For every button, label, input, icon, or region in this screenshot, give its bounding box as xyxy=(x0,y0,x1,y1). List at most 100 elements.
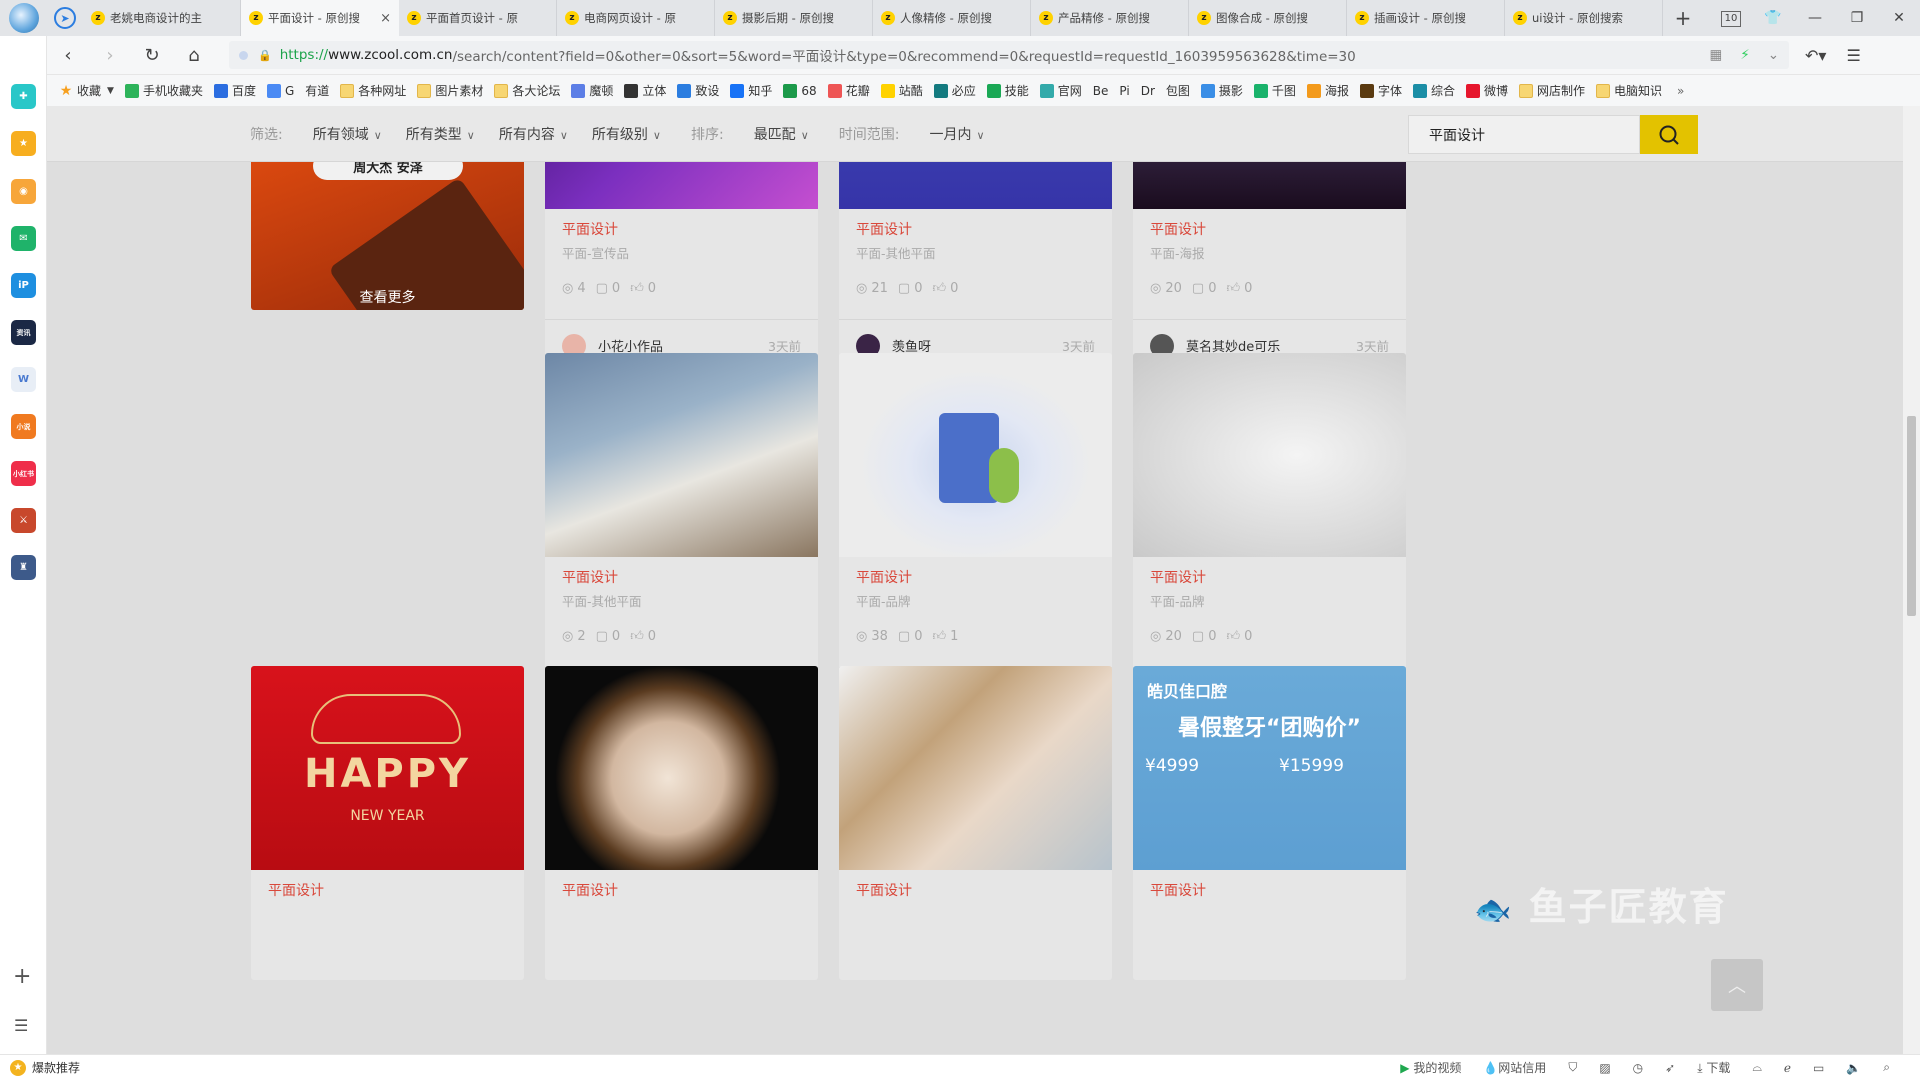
tab[interactable]: z 平面设计 - 原创搜 × xyxy=(241,0,399,36)
close-window-button[interactable]: ✕ xyxy=(1878,10,1920,26)
promo-more-link[interactable]: 查看更多 xyxy=(251,287,524,307)
card-category[interactable]: 平面设计 xyxy=(856,567,1095,587)
work-thumbnail[interactable] xyxy=(839,666,1112,870)
bookmark-item[interactable]: 微博 xyxy=(1465,82,1508,99)
new-tab-button[interactable]: + xyxy=(1663,0,1703,36)
work-card[interactable]: 平面设计平面-品牌◎20▢0👍︎0xiaoshuang15217天前 xyxy=(1133,353,1406,719)
site-info-icon[interactable] xyxy=(239,50,248,60)
restore-button[interactable]: ❐ xyxy=(1836,10,1878,26)
bookmark-item[interactable]: 立体 xyxy=(624,82,666,99)
card-category[interactable]: 平面设计 xyxy=(1150,219,1389,239)
sidebar-novel-icon[interactable]: 小说 xyxy=(11,414,36,439)
sidebar-document-icon[interactable]: W xyxy=(11,367,36,392)
user-avatar-button[interactable] xyxy=(0,0,47,36)
bookmark-item[interactable]: 68 xyxy=(783,83,817,98)
sidebar-mail-icon[interactable]: ✉ xyxy=(11,226,36,251)
sidebar-game-icon[interactable]: ⚔ xyxy=(11,508,36,533)
bookmark-item[interactable]: Dr xyxy=(1141,84,1155,98)
bookmark-item[interactable]: 图片素材 xyxy=(417,82,483,99)
bookmark-item[interactable]: 千图 xyxy=(1253,82,1296,99)
skin-icon[interactable]: 👕 xyxy=(1752,10,1794,26)
ie-icon[interactable]: ℯ xyxy=(1784,1061,1791,1075)
bookmark-item[interactable]: Be xyxy=(1093,84,1109,98)
time-range-dropdown[interactable]: 一月内 ∨ xyxy=(929,124,984,144)
sidebar-news-icon[interactable]: 资讯 xyxy=(11,320,36,345)
work-thumbnail[interactable] xyxy=(1133,353,1406,557)
site-credit-button[interactable]: 💧网站信用 xyxy=(1483,1059,1546,1076)
sidebar-add-button[interactable]: + xyxy=(13,964,31,989)
card-category[interactable]: 平面设计 xyxy=(856,219,1095,239)
work-thumbnail[interactable] xyxy=(545,353,818,557)
sort-dropdown[interactable]: 最匹配 ∨ xyxy=(754,124,809,144)
bookmark-item[interactable]: Pi xyxy=(1119,84,1129,98)
card-category[interactable]: 平面设计 xyxy=(856,880,1095,900)
menu-icon[interactable]: ☰ xyxy=(1846,46,1860,65)
chevron-down-icon[interactable]: ⌄ xyxy=(1768,47,1779,63)
work-thumbnail[interactable]: HAPPY NEW YEAR xyxy=(251,666,524,870)
filter-level-dropdown[interactable]: 所有级别 ∨ xyxy=(592,124,661,144)
bookmark-item[interactable]: 综合 xyxy=(1412,82,1455,99)
tab-count-button[interactable]: 10 xyxy=(1710,9,1752,27)
tab[interactable]: z 平面首页设计 - 原 xyxy=(399,0,557,36)
tab[interactable]: z 人像精修 - 原创搜 xyxy=(873,0,1031,36)
vertical-scrollbar[interactable] xyxy=(1903,106,1920,1054)
work-thumbnail[interactable] xyxy=(545,666,818,870)
image-icon[interactable]: ▨ xyxy=(1599,1061,1610,1075)
tab[interactable]: z 图像合成 - 原创搜 xyxy=(1189,0,1347,36)
bookmark-item[interactable]: G xyxy=(266,83,294,98)
tab[interactable]: z 产品精修 - 原创搜 xyxy=(1031,0,1189,36)
tab[interactable]: z 插画设计 - 原创搜 xyxy=(1347,0,1505,36)
work-card[interactable]: 平面设计 xyxy=(839,666,1112,980)
bookmark-item[interactable]: 必应 xyxy=(933,82,976,99)
bookmark-item[interactable]: 知乎 xyxy=(730,82,772,99)
back-to-top-button[interactable]: ︿ xyxy=(1711,959,1763,1011)
bookmark-item[interactable]: 有道 xyxy=(305,82,329,99)
bookmark-item[interactable]: 官网 xyxy=(1039,82,1082,99)
reload-button[interactable]: ↻ xyxy=(131,45,173,66)
download-button[interactable]: ⤓ 下载 xyxy=(1697,1059,1730,1076)
tab[interactable]: z ui设计 - 原创搜索 xyxy=(1505,0,1663,36)
qr-code-icon[interactable]: ▦ xyxy=(1709,47,1722,63)
filter-type-dropdown[interactable]: 所有类型 ∨ xyxy=(406,124,475,144)
search-button[interactable] xyxy=(1640,115,1698,154)
search-input[interactable] xyxy=(1408,115,1640,154)
close-tab-icon[interactable]: × xyxy=(380,11,391,26)
bookmark-item[interactable]: 致设 xyxy=(677,82,719,99)
filter-domain-dropdown[interactable]: 所有领域 ∨ xyxy=(313,124,382,144)
bookmark-item[interactable]: 海报 xyxy=(1306,82,1349,99)
sidebar-xiaohongshu-icon[interactable]: 小红书 xyxy=(11,461,36,486)
sidebar-list-button[interactable]: ☰ xyxy=(14,1016,28,1035)
bookmark-item[interactable]: 魔顿 xyxy=(571,82,613,99)
sidebar-weibo-icon[interactable]: ◉ xyxy=(11,179,36,204)
bookmark-item[interactable]: 各大论坛 xyxy=(494,82,560,99)
home-button[interactable]: ⌂ xyxy=(173,45,215,66)
zoom-icon[interactable]: ⌕ xyxy=(1883,1060,1890,1075)
work-thumbnail[interactable] xyxy=(839,353,1112,557)
work-card[interactable]: 皓贝佳口腔 暑假整牙“团购价” ¥4999 ¥15999 平面设计 xyxy=(1133,666,1406,980)
sound-icon[interactable]: 🔈 xyxy=(1846,1061,1861,1075)
bookmark-item[interactable]: 摄影 xyxy=(1200,82,1243,99)
sidebar-favorites-icon[interactable]: ★ xyxy=(11,131,36,156)
bookmark-item[interactable]: 包图 xyxy=(1166,82,1190,99)
incognito-icon[interactable]: ⌓ xyxy=(1752,1060,1762,1075)
bookmark-item[interactable]: 电脑知识 xyxy=(1596,82,1662,99)
tab[interactable]: z 电商网页设计 - 原 xyxy=(557,0,715,36)
card-category[interactable]: 平面设计 xyxy=(562,219,801,239)
work-thumbnail[interactable]: 皓贝佳口腔 暑假整牙“团购价” ¥4999 ¥15999 xyxy=(1133,666,1406,870)
work-card[interactable]: 平面设计平面-其他平面◎2▢0👍︎0党的宣言者6天前 xyxy=(545,353,818,719)
caret-down-icon[interactable]: ▼ xyxy=(107,86,114,96)
forward-button[interactable]: › xyxy=(89,45,131,66)
bookmark-item[interactable]: 站酷 xyxy=(880,82,923,99)
bookmark-item[interactable]: 花瓣 xyxy=(827,82,870,99)
undo-close-tab-icon[interactable]: ↶▾ xyxy=(1805,46,1826,65)
bookmark-item[interactable]: 各种网址 xyxy=(340,82,406,99)
bookmark-item[interactable]: 技能 xyxy=(986,82,1029,99)
window-icon[interactable]: ▭ xyxy=(1813,1061,1824,1075)
bookmark-item[interactable]: 手机收藏夹 xyxy=(124,82,203,99)
bookmark-item[interactable]: 网店制作 xyxy=(1519,82,1585,99)
sidebar-game2-icon[interactable]: ♜ xyxy=(11,555,36,580)
work-card[interactable]: 平面设计平面-品牌◎38▢0👍︎1兰慢慢7天前 xyxy=(839,353,1112,719)
card-category[interactable]: 平面设计 xyxy=(1150,880,1389,900)
card-category[interactable]: 平面设计 xyxy=(268,880,507,900)
bookmark-item[interactable]: 字体 xyxy=(1359,82,1402,99)
